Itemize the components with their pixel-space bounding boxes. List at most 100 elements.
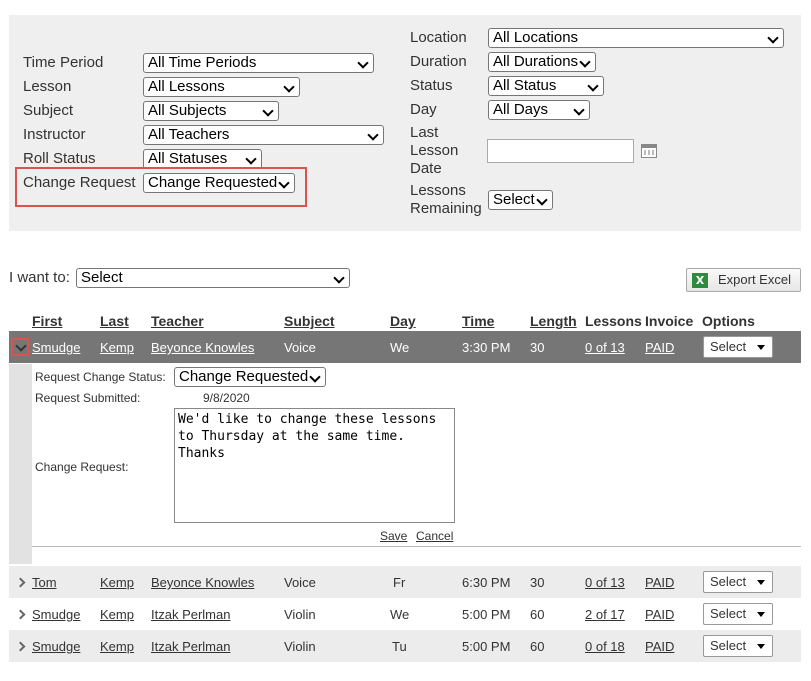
cell-first[interactable]: Smudge [32, 639, 80, 655]
time-period-select[interactable]: All Time Periods [143, 53, 374, 73]
column-header-teacher[interactable]: Teacher [151, 313, 204, 329]
options-select[interactable]: Select [703, 635, 773, 657]
options-value: Select [710, 606, 747, 621]
cell-invoice[interactable]: PAID [645, 575, 674, 591]
request-change-status-select[interactable]: Change Requested [174, 367, 326, 387]
action-select[interactable]: Select [76, 268, 350, 288]
save-link[interactable]: Save [380, 529, 407, 543]
cell-last[interactable]: Kemp [100, 575, 134, 591]
cell-lessons[interactable]: 2 of 17 [585, 607, 625, 623]
calendar-icon[interactable] [641, 144, 657, 158]
chevron-down-icon [587, 80, 599, 92]
cell-first[interactable]: Smudge [32, 607, 80, 623]
cell-lessons[interactable]: 0 of 13 [585, 575, 625, 591]
export-excel-button[interactable]: Export Excel [686, 268, 801, 292]
roll-status-select[interactable]: All Statuses [143, 149, 262, 169]
instructor-value: All Teachers [148, 126, 230, 143]
chevron-down-icon [245, 153, 257, 165]
instructor-select[interactable]: All Teachers [143, 125, 384, 145]
lessons-remaining-value: Select [493, 191, 535, 208]
chevron-right-icon [15, 577, 26, 588]
filter-label-time-period: Time Period [23, 54, 104, 71]
filter-label-last-lesson-date-3: Date [410, 160, 442, 177]
cell-subject: Violin [284, 639, 316, 654]
cell-time: 6:30 PM [462, 575, 511, 590]
location-value: All Locations [493, 29, 579, 46]
cell-lessons[interactable]: 0 of 18 [585, 639, 625, 655]
chevron-right-icon [15, 641, 26, 652]
column-header-last[interactable]: Last [100, 313, 129, 329]
filter-label-duration: Duration [410, 53, 467, 70]
cell-day: We [390, 340, 410, 355]
column-header-subject[interactable]: Subject [284, 313, 335, 329]
cancel-link[interactable]: Cancel [416, 529, 453, 543]
chevron-down-icon [767, 32, 779, 44]
cell-first[interactable]: Tom [32, 575, 57, 591]
filter-label-location: Location [410, 29, 467, 46]
cell-length: 30 [530, 340, 545, 355]
chevron-down-icon [536, 194, 548, 206]
day-select[interactable]: All Days [488, 100, 590, 120]
roll-status-value: All Statuses [148, 150, 228, 167]
options-value: Select [710, 574, 747, 589]
cell-teacher[interactable]: Itzak Perlman [151, 607, 230, 623]
options-select[interactable]: Select [703, 571, 773, 593]
duration-select[interactable]: All Durations [488, 52, 596, 72]
column-header-day[interactable]: Day [390, 313, 416, 329]
column-header-options: Options [702, 313, 755, 329]
filter-label-subject: Subject [23, 102, 74, 119]
chevron-down-icon [283, 81, 295, 93]
options-value: Select [710, 638, 747, 653]
filter-label-lessons-remaining-2: Remaining [410, 200, 482, 217]
chevron-down-icon [333, 272, 345, 284]
location-select[interactable]: All Locations [488, 28, 784, 48]
cell-lessons[interactable]: 0 of 13 [585, 340, 625, 356]
caret-down-icon [757, 580, 765, 585]
column-header-lessons: Lessons [585, 313, 642, 329]
expand-icon[interactable] [14, 640, 26, 652]
options-select[interactable]: Select [703, 603, 773, 625]
cell-last[interactable]: Kemp [100, 340, 134, 356]
request-submitted-label: Request Submitted: [35, 391, 141, 405]
detail-indent-strip [9, 364, 32, 564]
expand-icon[interactable] [14, 576, 26, 588]
filter-label-lesson: Lesson [23, 78, 72, 95]
status-value: All Status [493, 77, 557, 94]
chevron-down-icon [579, 56, 591, 68]
column-header-length[interactable]: Length [530, 313, 577, 329]
subject-select[interactable]: All Subjects [143, 101, 279, 121]
lessons-remaining-select[interactable]: Select [488, 190, 553, 210]
change-request-textarea[interactable]: We'd like to change these lessons to Thu… [174, 408, 455, 523]
filter-label-day: Day [410, 101, 437, 118]
cell-invoice[interactable]: PAID [645, 639, 674, 655]
cell-length: 60 [530, 639, 545, 654]
filter-label-instructor: Instructor [23, 126, 86, 143]
export-excel-label: Export Excel [718, 272, 791, 287]
cell-last[interactable]: Kemp [100, 607, 134, 623]
lesson-value: All Lessons [148, 78, 225, 95]
lesson-select[interactable]: All Lessons [143, 77, 300, 97]
cell-teacher[interactable]: Itzak Perlman [151, 639, 230, 655]
cell-day: Fr [393, 575, 406, 590]
cell-invoice[interactable]: PAID [645, 340, 674, 356]
cell-teacher[interactable]: Beyonce Knowles [151, 575, 254, 591]
expand-icon[interactable] [14, 608, 26, 620]
options-value: Select [710, 339, 747, 354]
cell-length: 30 [530, 575, 545, 590]
caret-down-icon [757, 345, 765, 350]
status-select[interactable]: All Status [488, 76, 604, 96]
options-select[interactable]: Select [703, 336, 773, 358]
day-value: All Days [493, 101, 549, 118]
cell-teacher[interactable]: Beyonce Knowles [151, 340, 254, 356]
column-header-first[interactable]: First [32, 313, 62, 329]
cell-invoice[interactable]: PAID [645, 607, 674, 623]
duration-value: All Durations [493, 53, 579, 70]
filter-label-roll-status: Roll Status [23, 150, 96, 167]
last-lesson-date-input[interactable] [487, 139, 634, 163]
column-header-time[interactable]: Time [462, 313, 494, 329]
change-request-label: Change Request: [35, 460, 129, 474]
collapse-icon[interactable] [14, 340, 27, 353]
cell-last[interactable]: Kemp [100, 639, 134, 655]
cell-first[interactable]: Smudge [32, 340, 80, 356]
request-change-status-value: Change Requested [179, 368, 309, 385]
